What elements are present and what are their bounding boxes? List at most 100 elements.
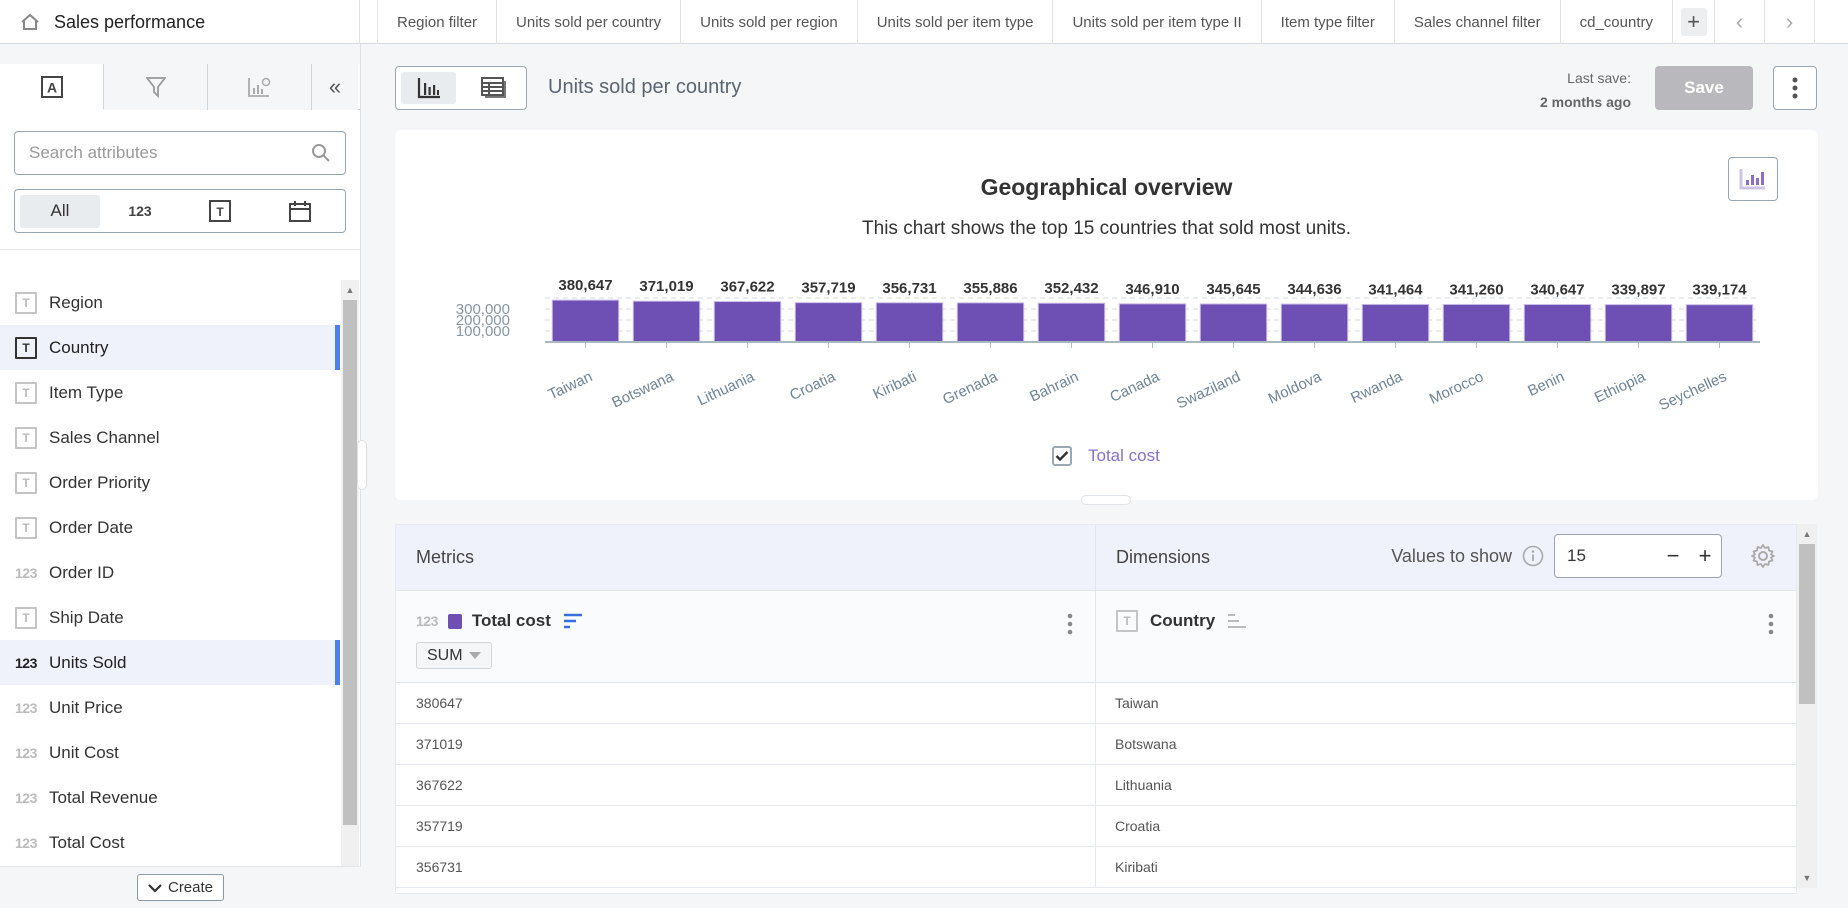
tab-units-sold-per-item-type-ii[interactable]: Units sold per item type II: [1053, 0, 1262, 44]
aggregation-value: SUM: [427, 646, 463, 664]
sidebar-item-units-sold[interactable]: 123 Units Sold: [0, 640, 340, 685]
x-tick-label: Canada: [1107, 368, 1162, 406]
sidebar-tabs: A «: [0, 64, 360, 110]
collapse-sidebar-button[interactable]: «: [312, 64, 358, 110]
sidebar-item-region[interactable]: T Region: [0, 280, 340, 325]
dimension-cell: Croatia: [1115, 818, 1161, 834]
top-bar: Sales performance Region filter Units so…: [0, 0, 1848, 44]
data-label: 352,432: [1044, 280, 1098, 297]
tabs-prev-button[interactable]: ‹: [1715, 0, 1765, 44]
sidebar-item-unit-cost[interactable]: 123 Unit Cost: [0, 730, 340, 775]
type-filter-numeric[interactable]: 123: [100, 195, 180, 228]
data-label: 344,636: [1287, 281, 1341, 298]
sidebar-tab-chart-settings[interactable]: [208, 64, 312, 110]
increment-button[interactable]: +: [1689, 543, 1721, 569]
attribute-type-icon-wrap: T: [15, 606, 39, 629]
tab-item-type-filter[interactable]: Item type filter: [1262, 0, 1395, 44]
data-table-body: 380647 Taiwan 371019 Botswana 367622 Lithuani…: [396, 683, 1796, 888]
tab-sales-channel-filter[interactable]: Sales channel filter: [1395, 0, 1561, 44]
values-to-show-input[interactable]: [1567, 546, 1657, 566]
sidebar-item-total-cost[interactable]: 123 Total Cost: [0, 820, 340, 856]
sort-neutral-icon[interactable]: [1227, 613, 1247, 629]
text-type-icon: T: [15, 516, 37, 539]
x-tick-label: Benin: [1525, 368, 1567, 400]
sidebar-item-ship-date[interactable]: T Ship Date: [0, 595, 340, 640]
add-tab-button[interactable]: +: [1673, 0, 1715, 44]
metric-field[interactable]: 123 Total cost SUM: [396, 591, 1096, 682]
viz-title[interactable]: Units sold per country: [548, 76, 741, 99]
attribute-type-icon-wrap: 123: [15, 565, 39, 581]
sidebar-tab-attributes[interactable]: A: [0, 64, 104, 110]
text-type-icon: T: [209, 200, 231, 222]
legend-checkbox[interactable]: [1052, 446, 1072, 466]
sort-descending-icon[interactable]: [563, 613, 583, 629]
caret-down-icon: [468, 652, 481, 659]
sidebar-tab-filters[interactable]: [104, 64, 208, 110]
sidebar-item-label: Total Revenue: [49, 787, 158, 807]
numeric-type-icon: 123: [416, 613, 438, 629]
sidebar-item-label: Units Sold: [49, 652, 127, 672]
save-button[interactable]: Save: [1655, 66, 1753, 110]
scrollbar-thumb[interactable]: [1799, 544, 1815, 704]
gear-icon[interactable]: [1750, 543, 1776, 569]
type-filter-text[interactable]: T: [180, 195, 260, 228]
table-view-button[interactable]: [466, 72, 521, 104]
numeric-type-icon: 123: [15, 744, 37, 761]
type-filter-date[interactable]: [260, 195, 340, 228]
plus-icon: +: [1680, 8, 1707, 36]
create-button[interactable]: Create: [136, 874, 225, 901]
data-panel-fields: 123 Total cost SUM T Country: [396, 591, 1796, 683]
scroll-up-arrow-icon[interactable]: ▲: [1797, 524, 1817, 544]
scroll-down-arrow-icon[interactable]: ▼: [1797, 868, 1817, 888]
info-icon[interactable]: [1522, 545, 1544, 567]
dimension-field-name: Country: [1150, 611, 1216, 630]
tabs-next-button[interactable]: ›: [1765, 0, 1815, 44]
sidebar-item-order-date[interactable]: T Order Date: [0, 505, 340, 550]
dimensions-heading: Dimensions: [1116, 547, 1211, 567]
chevron-right-icon: ›: [1785, 9, 1794, 34]
bar-chart-icon: [417, 78, 440, 99]
sidebar-resize-handle[interactable]: [357, 440, 367, 490]
tab-cd-country[interactable]: cd_country: [1561, 0, 1673, 44]
attribute-type-icon-wrap: 123: [15, 790, 39, 806]
scroll-up-arrow-icon[interactable]: ▲: [341, 280, 359, 300]
tab-region-filter[interactable]: Region filter: [378, 0, 498, 44]
metric-color-swatch[interactable]: [447, 613, 462, 629]
sidebar-item-order-priority[interactable]: T Order Priority: [0, 460, 340, 505]
aggregation-dropdown[interactable]: SUM: [416, 642, 492, 669]
tab-units-sold-per-region[interactable]: Units sold per region: [681, 0, 858, 44]
panel-resize-handle[interactable]: [1081, 495, 1131, 505]
search-attributes-field[interactable]: [14, 131, 346, 175]
more-options-button[interactable]: [1773, 66, 1817, 110]
table-row: 356731 Kiribati: [396, 847, 1796, 888]
dimension-field-kebab-icon[interactable]: [1768, 613, 1774, 635]
sidebar-item-order-id[interactable]: 123 Order ID: [0, 550, 340, 595]
metrics-heading: Metrics: [396, 525, 1096, 590]
sidebar-item-sales-channel[interactable]: T Sales Channel: [0, 415, 340, 460]
sidebar-item-label: Unit Cost: [49, 742, 119, 762]
decrement-button[interactable]: −: [1657, 543, 1689, 569]
chart-view-button[interactable]: [401, 72, 456, 104]
type-filter-all[interactable]: All: [20, 194, 100, 228]
dashboard-title-area[interactable]: Sales performance: [0, 0, 360, 44]
chart-legend: Total cost: [1052, 446, 1160, 466]
bar: [1442, 303, 1511, 343]
sidebar-item-country[interactable]: T Country: [0, 325, 340, 370]
data-label: 340,647: [1530, 282, 1584, 299]
x-tick-label: Croatia: [787, 368, 839, 404]
sidebar-item-total-revenue[interactable]: 123 Total Revenue: [0, 775, 340, 820]
data-panel-scrollbar[interactable]: ▲ ▼: [1797, 524, 1817, 888]
tab-units-sold-per-country[interactable]: Units sold per country: [497, 0, 682, 44]
metric-field-name: Total cost: [471, 611, 551, 630]
dimension-field[interactable]: T Country: [1096, 591, 1796, 682]
legend-label[interactable]: Total cost: [1088, 446, 1160, 466]
tab-separator: [360, 0, 378, 44]
metric-field-kebab-icon[interactable]: [1067, 613, 1073, 635]
attribute-list-scrollbar[interactable]: ▲ ▼: [341, 280, 359, 900]
sidebar-item-unit-price[interactable]: 123 Unit Price: [0, 685, 340, 730]
search-attributes-input[interactable]: [29, 143, 279, 163]
sidebar-item-item-type[interactable]: T Item Type: [0, 370, 340, 415]
x-tick-label: Morocco: [1427, 368, 1486, 408]
scrollbar-thumb[interactable]: [343, 300, 357, 825]
tab-units-sold-per-item-type[interactable]: Units sold per item type: [858, 0, 1054, 44]
